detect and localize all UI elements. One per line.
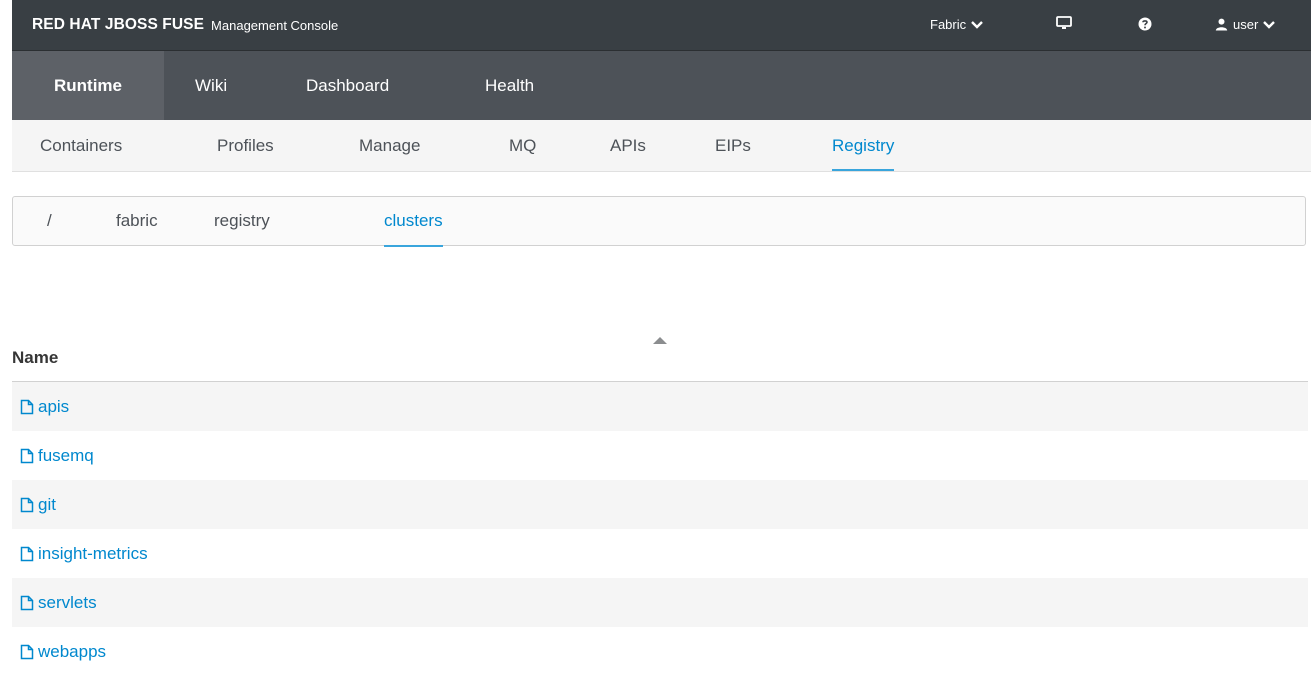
file-outline-icon xyxy=(20,497,34,512)
tab-wiki[interactable]: Wiki xyxy=(195,51,227,120)
row-link-insight-metrics[interactable]: insight-metrics xyxy=(12,544,148,564)
row-link-webapps[interactable]: webapps xyxy=(12,642,106,662)
breadcrumb-label: fabric xyxy=(116,211,158,230)
subtab-manage[interactable]: Manage xyxy=(359,120,420,171)
primary-nav: Runtime Wiki Dashboard Health xyxy=(12,51,1311,120)
breadcrumb-label: registry xyxy=(214,211,270,230)
brand-subtitle: Management Console xyxy=(211,17,339,33)
brand[interactable]: RED HAT JBOSS FUSE Management Console xyxy=(32,16,338,34)
table-row: insight-metrics xyxy=(12,529,1308,578)
row-label: insight-metrics xyxy=(38,543,148,563)
file-outline-icon xyxy=(20,595,34,610)
subtab-label: Profiles xyxy=(217,135,274,155)
column-header-name[interactable]: Name xyxy=(12,335,1308,382)
user-menu-label: user xyxy=(1233,17,1259,32)
subtab-label: Registry xyxy=(832,135,895,155)
tab-health[interactable]: Health xyxy=(485,51,534,120)
fabric-menu-label: Fabric xyxy=(930,17,967,32)
brand-logo: RED HAT JBOSS FUSE xyxy=(32,16,205,33)
tab-label: Health xyxy=(485,75,535,95)
file-outline-icon xyxy=(20,644,34,659)
row-link-fusemq[interactable]: fusemq xyxy=(12,446,94,466)
file-outline-icon xyxy=(20,399,34,414)
breadcrumb: / fabric registry clusters xyxy=(12,196,1306,247)
breadcrumb-label: clusters xyxy=(384,211,443,230)
subtab-label: Manage xyxy=(359,135,421,155)
subtab-label: Containers xyxy=(40,135,123,155)
table-row: servlets xyxy=(12,578,1308,627)
question-circle-icon[interactable] xyxy=(1138,17,1152,31)
subtab-label: APIs xyxy=(610,135,646,155)
breadcrumb-registry[interactable]: registry xyxy=(214,197,270,245)
row-link-git[interactable]: git xyxy=(12,495,56,515)
masthead: RED HAT JBOSS FUSE Management Console Fa… xyxy=(12,0,1311,51)
tab-label: Dashboard xyxy=(306,75,390,95)
chevron-down-icon xyxy=(971,20,983,29)
registry-table: Name apis fusemq git insight-metrics ser… xyxy=(12,335,1308,676)
fabric-menu[interactable]: Fabric xyxy=(930,17,983,32)
tab-label: Runtime xyxy=(54,75,122,95)
secondary-nav: Containers Profiles Manage MQ APIs EIPs … xyxy=(12,120,1311,172)
subtab-mq[interactable]: MQ xyxy=(509,120,536,171)
tab-runtime[interactable]: Runtime xyxy=(12,51,164,120)
row-label: webapps xyxy=(38,641,107,661)
row-label: git xyxy=(38,494,56,514)
subtab-containers[interactable]: Containers xyxy=(40,120,122,171)
table-row: webapps xyxy=(12,627,1308,676)
table-row: git xyxy=(12,480,1308,529)
desktop-icon[interactable] xyxy=(1056,15,1072,31)
row-label: servlets xyxy=(38,592,97,612)
chevron-down-icon xyxy=(1263,20,1276,29)
breadcrumb-root[interactable]: / xyxy=(47,197,52,245)
user-menu[interactable]: user xyxy=(1215,17,1276,32)
row-link-servlets[interactable]: servlets xyxy=(12,593,97,613)
file-outline-icon xyxy=(20,546,34,561)
subtab-registry[interactable]: Registry xyxy=(832,120,895,171)
table-row: apis xyxy=(12,382,1308,431)
user-icon xyxy=(1215,18,1228,31)
column-header-label: Name xyxy=(12,348,59,367)
breadcrumb-fabric[interactable]: fabric xyxy=(116,197,158,245)
breadcrumb-label: / xyxy=(47,211,52,230)
table-row: fusemq xyxy=(12,431,1308,480)
row-label: apis xyxy=(38,396,70,416)
breadcrumb-clusters[interactable]: clusters xyxy=(384,197,443,247)
tab-dashboard[interactable]: Dashboard xyxy=(306,51,389,120)
subtab-label: MQ xyxy=(509,135,537,155)
row-label: fusemq xyxy=(38,445,94,465)
row-link-apis[interactable]: apis xyxy=(12,397,69,417)
file-outline-icon xyxy=(20,448,34,463)
tab-label: Wiki xyxy=(195,75,228,95)
subtab-label: EIPs xyxy=(715,135,751,155)
subtab-eips[interactable]: EIPs xyxy=(715,120,751,171)
subtab-apis[interactable]: APIs xyxy=(610,120,646,171)
subtab-profiles[interactable]: Profiles xyxy=(217,120,274,171)
